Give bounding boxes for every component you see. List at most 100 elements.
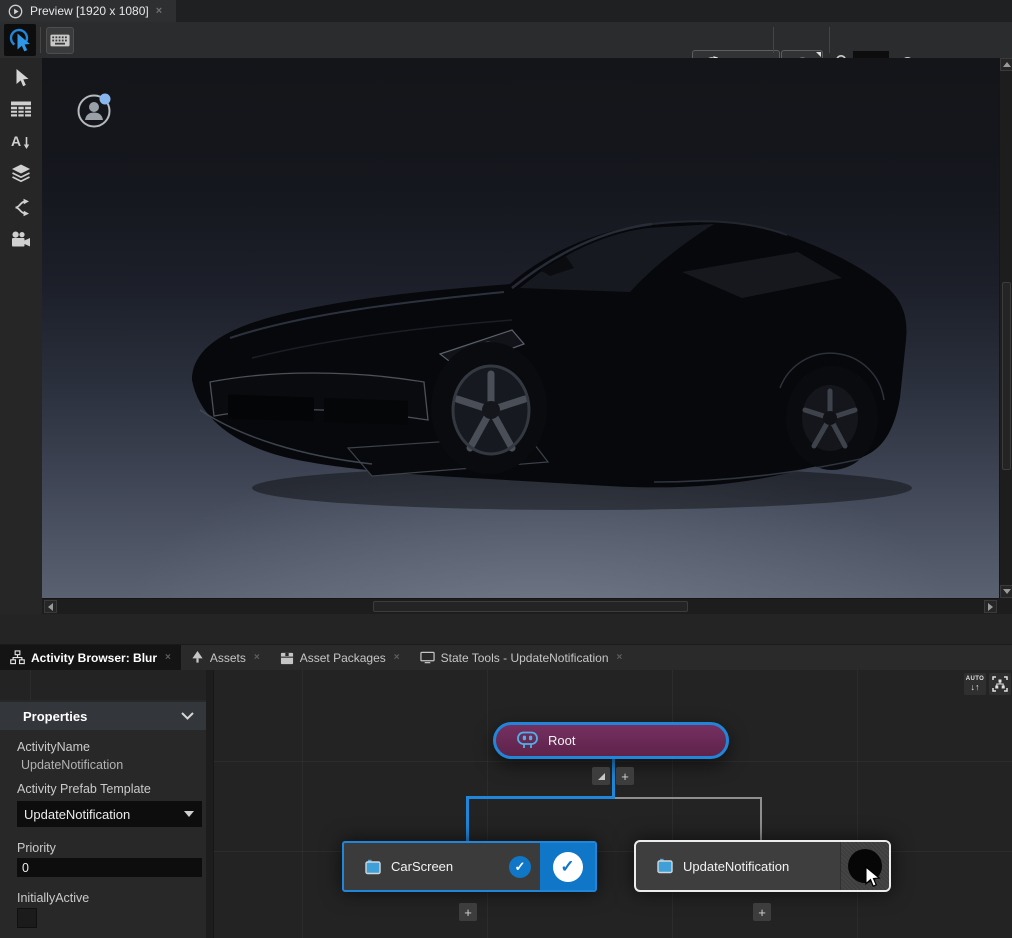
prefab-template-label: Activity Prefab Template	[17, 782, 151, 796]
tab-close-icon[interactable]: ×	[617, 652, 623, 663]
dropdown-caret-icon	[184, 811, 194, 817]
auto-layout-button[interactable]: AUTO ↓↑	[964, 673, 986, 695]
scroll-down-button[interactable]	[1000, 585, 1012, 598]
state-tools-icon	[420, 651, 435, 664]
keyboard-tool-button[interactable]	[46, 27, 74, 54]
tab-label: State Tools - UpdateNotification	[441, 651, 609, 665]
collapse-triangle-icon	[598, 773, 605, 780]
avatar-notification-icon[interactable]	[74, 90, 114, 130]
side-tool-strip: A	[0, 58, 42, 598]
node-state-zone[interactable]: ✓	[540, 843, 595, 890]
connector-root-stem	[612, 758, 615, 798]
tab-preview-label: Preview [1920 x 1080]	[30, 4, 149, 18]
fit-view-icon	[992, 676, 1008, 692]
mouse-cursor-icon	[862, 866, 883, 889]
text-move-icon: A	[11, 132, 31, 151]
node-label: UpdateNotification	[683, 859, 789, 874]
preview-toolbar: Restart 50%	[0, 22, 1012, 58]
asset-packages-icon	[280, 651, 294, 665]
notification-dot	[100, 94, 111, 105]
initially-active-label: InitiallyActive	[17, 891, 89, 905]
node-body[interactable]: UpdateNotification	[636, 842, 840, 890]
initially-active-checkbox[interactable]	[17, 908, 37, 928]
connector-root-updatenotification	[615, 797, 762, 799]
tab-close-icon[interactable]: ×	[394, 652, 400, 663]
collapse-children-button[interactable]	[592, 767, 610, 785]
svg-text:A: A	[11, 133, 21, 149]
connector-root-carscreen	[466, 796, 615, 799]
tab-activity-browser[interactable]: Activity Browser: Blur ×	[0, 645, 181, 670]
top-tab-bar: Preview [1920 x 1080] ×	[0, 0, 1012, 22]
prefab-template-value: UpdateNotification	[24, 807, 130, 822]
auto-layout-arrows-icon: ↓↑	[971, 683, 980, 692]
node-body[interactable]: CarScreen ✓	[344, 843, 540, 890]
application-window: Preview [1920 x 1080] ×	[0, 0, 1012, 938]
activity-name-label: ActivityName	[17, 740, 90, 754]
graph-node-root[interactable]: Root	[493, 722, 729, 759]
panel-splitter[interactable]	[206, 670, 214, 938]
tab-asset-packages[interactable]: Asset Packages ×	[270, 645, 410, 670]
assets-icon	[191, 650, 204, 665]
node-label: Root	[548, 733, 575, 748]
branch-icon	[12, 198, 30, 217]
arrow-up-icon	[1003, 62, 1011, 67]
screen-activity-icon	[364, 859, 382, 875]
chevron-down-icon	[181, 712, 194, 720]
pointer-tool-button[interactable]	[12, 68, 31, 94]
connector-root-updatenotification	[760, 797, 762, 840]
front-wheel	[431, 342, 547, 474]
tab-close-icon[interactable]: ×	[254, 652, 260, 663]
scroll-right-button[interactable]	[984, 600, 997, 613]
toolbar-separator	[829, 27, 830, 53]
priority-input[interactable]	[17, 858, 202, 877]
panel-divider-strip	[0, 614, 1012, 645]
preview-viewport[interactable]	[42, 58, 999, 598]
car-3d-render	[42, 58, 999, 598]
add-child-button[interactable]: +	[616, 767, 634, 785]
table-tool-button[interactable]	[11, 101, 32, 122]
keyboard-icon	[50, 34, 70, 47]
scroll-left-button[interactable]	[44, 600, 57, 613]
arrow-left-icon	[48, 603, 53, 611]
arrow-down-icon	[1003, 589, 1011, 594]
activity-browser-icon	[10, 650, 25, 665]
tab-preview[interactable]: Preview [1920 x 1080] ×	[0, 0, 176, 22]
add-child-button[interactable]: +	[459, 903, 477, 921]
layers-icon	[11, 164, 31, 183]
camera-icon	[11, 231, 31, 248]
properties-header[interactable]: Properties	[0, 702, 206, 730]
tab-close-icon[interactable]: ×	[156, 6, 162, 17]
tab-assets[interactable]: Assets ×	[181, 645, 270, 670]
preview-horizontal-scrollbar[interactable]	[42, 598, 999, 614]
interaction-tool-button[interactable]	[4, 24, 36, 56]
properties-panel: Properties ActivityName UpdateNotificati…	[0, 700, 206, 938]
prefab-template-dropdown[interactable]: UpdateNotification	[17, 801, 202, 827]
tab-label: Asset Packages	[300, 651, 386, 665]
scrollbar-corner	[999, 598, 1012, 614]
graph-node-carscreen[interactable]: CarScreen ✓ ✓	[342, 841, 597, 892]
horizontal-scroll-thumb[interactable]	[373, 601, 688, 612]
toolbar-separator	[40, 27, 41, 53]
graph-node-updatenotification[interactable]: UpdateNotification	[634, 840, 891, 892]
activity-name-value: UpdateNotification	[21, 758, 123, 772]
pointer-icon	[12, 68, 31, 89]
properties-title: Properties	[23, 709, 87, 724]
layers-tool-button[interactable]	[11, 164, 31, 188]
tab-label: Assets	[210, 651, 246, 665]
active-check-badge[interactable]: ✓	[509, 856, 531, 878]
camera-tool-button[interactable]	[11, 231, 31, 253]
add-child-button[interactable]: +	[753, 903, 771, 921]
tab-close-icon[interactable]: ×	[165, 652, 171, 663]
priority-label: Priority	[17, 841, 56, 855]
interaction-click-icon	[7, 27, 33, 53]
play-circle-icon	[8, 4, 23, 19]
vertical-scroll-thumb[interactable]	[1002, 282, 1011, 470]
scroll-up-button[interactable]	[1000, 58, 1012, 71]
text-tool-button[interactable]: A	[11, 132, 31, 156]
node-label: CarScreen	[391, 859, 453, 874]
activated-check-icon: ✓	[553, 852, 583, 882]
preview-vertical-scrollbar[interactable]	[999, 58, 1012, 598]
branch-tool-button[interactable]	[12, 198, 30, 222]
tab-state-tools[interactable]: State Tools - UpdateNotification ×	[410, 645, 633, 670]
fit-view-button[interactable]	[989, 673, 1011, 695]
